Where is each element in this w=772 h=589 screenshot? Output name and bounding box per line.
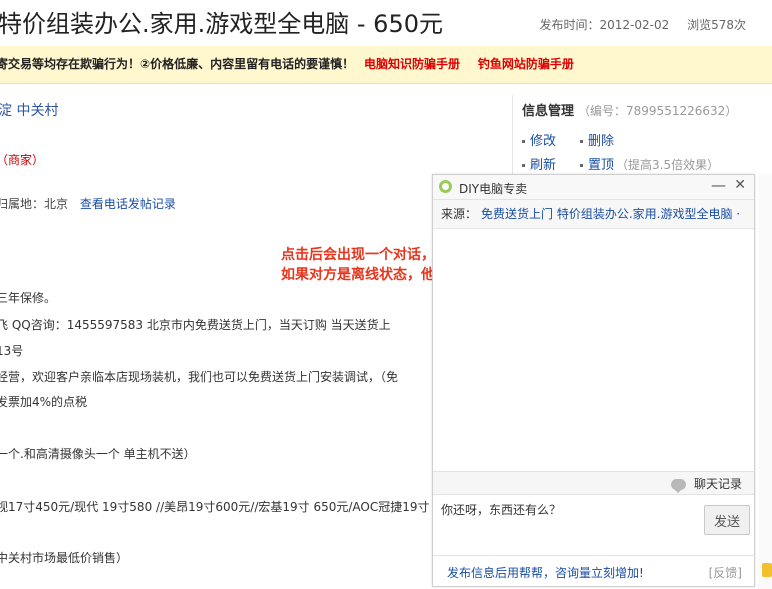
description-line: 一个.和高清摄像头一个 单主机不送） — [0, 447, 196, 461]
bullet-icon — [522, 164, 525, 167]
phone-location: 归属地：北京 — [0, 197, 69, 211]
corner-widget-icon[interactable] — [762, 563, 772, 577]
description-line: 经营，欢迎客户亲临本店现场装机，我们也可以免费送货上门安装调试，（免 — [0, 370, 399, 384]
top-effect-note: （提高3.5倍效果） — [616, 158, 720, 172]
chat-window: DIY电脑专卖 — ✕ 来源： 免费送货上门 特价组装办公.家用.游戏型全电脑 ·… — [432, 174, 755, 587]
top-button[interactable]: 置顶 （提高3.5倍效果） — [580, 154, 719, 173]
chat-title: DIY电脑专卖 — [459, 182, 528, 196]
warning-bar: 寄交易等均存在欺骗行为！②价格低廉、内容里留有电话的要谨慎！ 电脑知识防骗手册 … — [0, 46, 772, 84]
info-management-title: 信息管理 （编号：7899551226632） — [522, 100, 737, 119]
delete-label: 删除 — [588, 134, 615, 149]
bullet-icon — [580, 164, 583, 167]
edit-label: 修改 — [530, 134, 557, 149]
bullet-icon — [522, 140, 525, 143]
bullet-icon — [580, 140, 583, 143]
chat-history-label: 聊天记录 — [693, 477, 742, 491]
source-label: 来源： — [441, 207, 478, 221]
page-edge — [758, 174, 772, 589]
description-line: 发票加4%的点税 — [0, 395, 88, 409]
chat-footer: 发布信息后用帮帮，咨询量立刻增加! [反馈] — [433, 555, 754, 586]
chat-header[interactable]: DIY电脑专卖 — ✕ — [433, 175, 754, 200]
send-button[interactable]: 发送 — [704, 505, 750, 535]
chat-history-button[interactable]: 聊天记录 — [670, 475, 742, 493]
refresh-label: 刷新 — [530, 158, 557, 173]
feedback-link[interactable]: [反馈] — [709, 564, 742, 581]
edit-button[interactable]: 修改 — [522, 130, 556, 149]
phone-info: 归属地：北京 查看电话发帖记录 — [0, 195, 176, 212]
divider — [512, 95, 513, 175]
chat-bubble-icon — [670, 479, 686, 493]
chat-source: 来源： 免费送货上门 特价组装办公.家用.游戏型全电脑 · — [433, 200, 754, 229]
promo-link[interactable]: 发布信息后用帮帮，咨询量立刻增加! — [447, 564, 644, 581]
source-link[interactable]: 免费送货上门 特价组装办公.家用.游戏型全电脑 · — [481, 207, 740, 221]
message-input[interactable]: 你还呀，东西还有么？ — [439, 499, 701, 549]
chat-toolbar: 聊天记录 — [433, 471, 754, 495]
post-meta: 发布时间：2012-02-02 浏览578次 — [540, 16, 746, 33]
view-count: 浏览578次 — [687, 18, 746, 32]
chat-logo-icon — [439, 180, 452, 193]
minimize-icon[interactable]: — — [711, 176, 726, 194]
anti-fraud-guide-link[interactable]: 电脑知识防骗手册 — [364, 57, 460, 71]
top-label: 置顶 — [588, 158, 615, 173]
warning-text: 寄交易等均存在欺骗行为！②价格低廉、内容里留有电话的要谨慎！ — [0, 57, 355, 71]
phishing-guide-link[interactable]: 钓鱼网站防骗手册 — [478, 57, 574, 71]
refresh-button[interactable]: 刷新 — [522, 154, 556, 173]
description-line: 13号 — [0, 344, 24, 358]
post-number: （编号：7899551226632） — [578, 104, 738, 118]
phone-history-link[interactable]: 查看电话发帖记录 — [80, 197, 176, 211]
description-line: 中关村市场最低价销售） — [0, 551, 129, 565]
page: 特价组装办公.家用.游戏型全电脑 - 650元 发布时间：2012-02-02 … — [0, 0, 772, 589]
close-icon[interactable]: ✕ — [734, 177, 746, 193]
delete-button[interactable]: 删除 — [580, 130, 614, 149]
info-title-text: 信息管理 — [522, 104, 575, 119]
page-title: 特价组装办公.家用.游戏型全电脑 - 650元 — [0, 10, 443, 38]
description-line: 飞 QQ咨询：1455597583 北京市内免费送货上门，当天订购 当天送货上 — [0, 318, 391, 332]
location-link[interactable]: 淀 中关村 — [0, 100, 58, 120]
message-area — [433, 229, 754, 471]
publish-time: 发布时间：2012-02-02 — [539, 18, 670, 32]
input-area: 你还呀，东西还有么？ 发送 — [433, 495, 754, 553]
description-line: 视17寸450元/现代 19寸580 //美昂19寸600元//宏基19寸 65… — [0, 500, 430, 514]
description-line: 三年保修。 — [0, 291, 57, 305]
merchant-tag: （商家） — [0, 153, 45, 167]
